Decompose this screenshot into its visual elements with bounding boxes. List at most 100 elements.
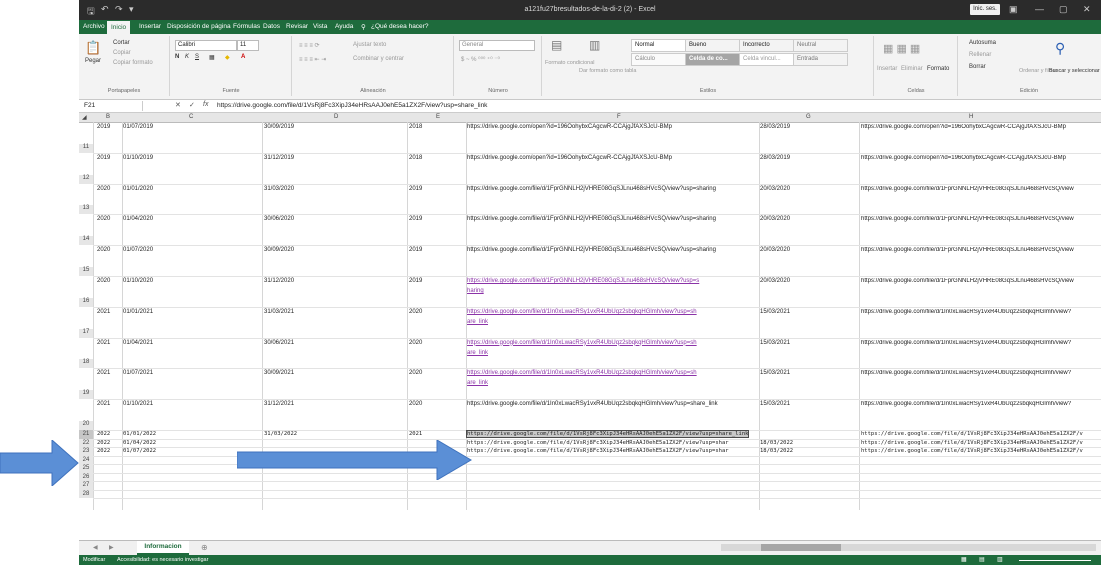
row-header[interactable]: 19 — [79, 390, 93, 400]
autosum-button[interactable]: Autosuma — [969, 40, 996, 46]
paste-icon[interactable]: 📋 — [85, 40, 101, 56]
cell-h[interactable]: https://drive.google.com/open?id=196Oohy… — [861, 155, 1066, 161]
cell-g[interactable]: 28/03/2019 — [760, 124, 790, 130]
col-header-d[interactable]: D — [334, 114, 338, 120]
cell-h[interactable]: https://drive.google.com/file/d/1FprGNNL… — [861, 216, 1074, 222]
find-select-button[interactable]: Buscar y seleccionar — [1049, 68, 1100, 74]
cell-b[interactable]: 2021 — [97, 309, 110, 315]
format-table-icon[interactable]: ▥ — [589, 38, 600, 52]
style-celda-comprobacion[interactable]: Celda de co... — [685, 53, 740, 66]
cell-f-wrap[interactable]: are_link — [467, 380, 488, 386]
cell-e[interactable]: 2019 — [409, 186, 422, 192]
cell-b[interactable]: 2021 — [97, 401, 110, 407]
borders-icon[interactable]: ▦ — [209, 54, 215, 61]
row-header[interactable]: 18 — [79, 359, 93, 369]
cell-f[interactable]: https://drive.google.com/file/d/1FprGNNL… — [467, 216, 716, 222]
sign-in-button[interactable]: Inic. ses. — [970, 4, 1000, 15]
cell-e[interactable]: 2019 — [409, 216, 422, 222]
cell-f[interactable]: https://drive.google.com/file/d/1VsRj8Fc… — [467, 448, 729, 454]
cell-f[interactable]: https://drive.google.com/file/d/1VsRj8Fc… — [467, 440, 729, 446]
row-header[interactable]: 20 — [79, 421, 93, 430]
cell-g[interactable]: 20/03/2020 — [760, 278, 790, 284]
ribbon-options-icon[interactable]: ▣ — [1009, 4, 1018, 15]
cell-c[interactable]: 01/10/2019 — [123, 155, 153, 161]
cell-g[interactable]: 28/03/2019 — [760, 155, 790, 161]
wrap-text-button[interactable]: Ajustar texto — [353, 42, 386, 48]
row-header[interactable]: 16 — [79, 297, 93, 307]
copy-button[interactable]: Copiar — [113, 50, 131, 56]
cell-e[interactable]: 2019 — [409, 247, 422, 253]
bold-button[interactable]: N — [175, 54, 179, 60]
scroll-thumb[interactable] — [761, 544, 841, 551]
tab-ayuda[interactable]: Ayuda — [335, 23, 353, 30]
cell-e[interactable]: 2018 — [409, 124, 422, 130]
cell-h[interactable]: https://drive.google.com/file/d/1FprGNNL… — [861, 278, 1074, 284]
tab-datos[interactable]: Datos — [263, 23, 280, 30]
cell-e[interactable]: 2018 — [409, 155, 422, 161]
cell-h[interactable]: https://drive.google.com/file/d/1FprGNNL… — [861, 186, 1074, 192]
row-header[interactable]: 11 — [79, 143, 93, 153]
delete-cells-button[interactable]: Eliminar — [901, 66, 923, 72]
cell-e[interactable]: 2020 — [409, 401, 422, 407]
minimize-icon[interactable]: — — [1035, 4, 1044, 14]
zoom-slider[interactable] — [1019, 560, 1091, 561]
row-header[interactable]: 12 — [79, 174, 93, 184]
row-header[interactable]: 13 — [79, 205, 93, 215]
cell-h[interactable]: https://drive.google.com/file/d/1VsRj8Fc… — [861, 431, 1083, 437]
cell-d[interactable]: 30/09/2019 — [264, 124, 294, 130]
view-normal-icon[interactable]: ▦ — [961, 556, 967, 563]
cell-c[interactable]: 01/04/2021 — [123, 340, 153, 346]
cell-c[interactable]: 01/10/2020 — [123, 278, 153, 284]
cell-f[interactable]: https://drive.google.com/file/d/1FprGNNL… — [467, 278, 699, 284]
cell-f[interactable]: https://drive.google.com/file/d/1FprGNNL… — [467, 247, 716, 253]
tab-archivo[interactable]: Archivo — [83, 23, 105, 30]
style-incorrecto[interactable]: Incorrecto — [739, 39, 794, 52]
cell-b[interactable]: 2022 — [97, 448, 110, 454]
font-color-icon[interactable]: A — [241, 54, 245, 60]
cell-b[interactable]: 2020 — [97, 247, 110, 253]
cell-d[interactable]: 31/12/2019 — [264, 155, 294, 161]
cell-b[interactable]: 2020 — [97, 278, 110, 284]
cell-e[interactable]: 2020 — [409, 370, 422, 376]
cell-c[interactable]: 01/01/2020 — [123, 186, 153, 192]
col-header-b[interactable]: B — [106, 114, 110, 120]
conditional-format-icon[interactable]: ▤ — [551, 38, 562, 52]
style-bueno[interactable]: Bueno — [685, 39, 740, 52]
cell-h[interactable]: https://drive.google.com/file/d/1VsRj8Fc… — [861, 440, 1083, 446]
cancel-icon[interactable]: ✕ — [175, 101, 181, 109]
cell-b[interactable]: 2021 — [97, 340, 110, 346]
cell-g[interactable]: 18/03/2022 — [760, 448, 793, 454]
format-painter-button[interactable]: Copiar formato — [113, 60, 153, 66]
font-size-select[interactable]: 11 — [237, 40, 259, 51]
row-header[interactable]: 21 — [79, 430, 93, 439]
clear-button[interactable]: Borrar — [969, 64, 986, 70]
name-box[interactable]: F21 — [81, 101, 143, 111]
tab-revisar[interactable]: Revisar — [286, 23, 308, 30]
row-header[interactable]: 15 — [79, 267, 93, 276]
cell-d[interactable]: 31/03/2022 — [264, 431, 297, 437]
select-all-corner[interactable]: ◢ — [82, 114, 87, 121]
fill-button[interactable]: Rellenar — [969, 52, 991, 58]
font-name-select[interactable]: Calibri — [175, 40, 237, 51]
cell-c[interactable]: 01/01/2022 — [123, 431, 156, 437]
maximize-icon[interactable]: ▢ — [1059, 4, 1068, 15]
cell-h[interactable]: https://drive.google.com/file/d/1In0xLwa… — [861, 340, 1071, 346]
format-cells-button[interactable]: Formato — [927, 66, 949, 72]
align-icons[interactable]: ≡ ≡ ≡ ⟳ — [299, 42, 320, 49]
row-header[interactable]: 25 — [79, 464, 93, 473]
format-table-button[interactable]: Dar formato como tabla — [579, 68, 636, 74]
cell-g[interactable]: 20/03/2020 — [760, 247, 790, 253]
view-layout-icon[interactable]: ▤ — [979, 556, 985, 563]
cell-c[interactable]: 01/07/2020 — [123, 247, 153, 253]
style-normal[interactable]: Normal — [631, 39, 686, 52]
cell-d[interactable]: 31/03/2020 — [264, 186, 294, 192]
search-icon[interactable]: ⚲ — [361, 23, 366, 31]
tab-inicio[interactable]: Inicio — [107, 21, 131, 34]
row-header[interactable]: 23 — [79, 447, 93, 456]
cell-b[interactable]: 2021 — [97, 370, 110, 376]
sheet-tab-informacion[interactable]: Informacion — [137, 541, 189, 555]
cell-d[interactable]: 30/06/2020 — [264, 216, 294, 222]
style-calculo[interactable]: Cálculo — [631, 53, 686, 66]
cell-g[interactable]: 18/03/2022 — [760, 440, 793, 446]
horizontal-scrollbar[interactable] — [721, 544, 1096, 551]
